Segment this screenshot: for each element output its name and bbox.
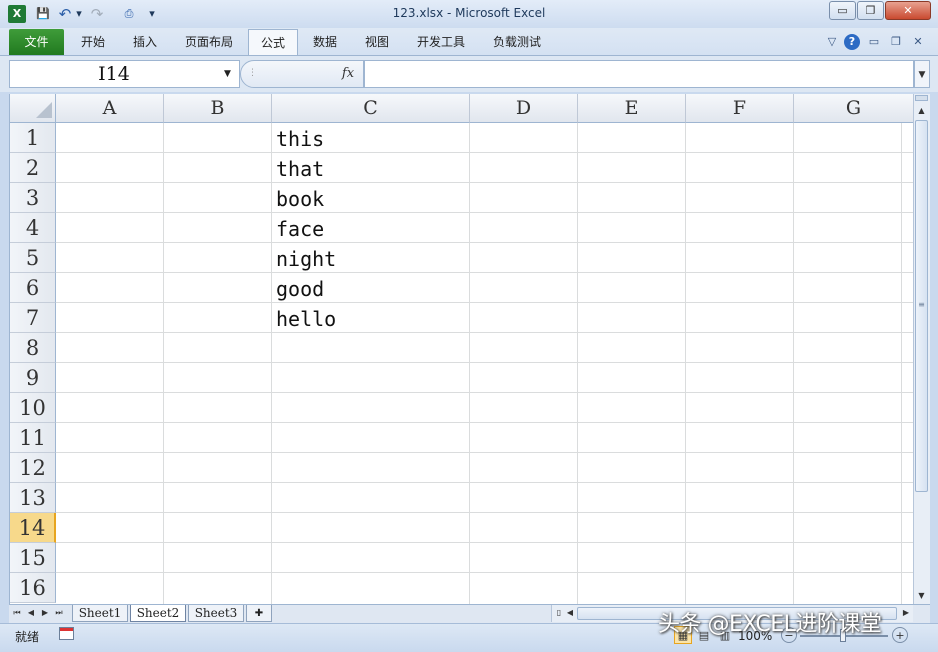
- grid-line: [56, 422, 913, 423]
- status-ready: 就绪: [15, 630, 40, 644]
- grid-line: [56, 152, 913, 153]
- minimize-ribbon-icon[interactable]: ▽: [824, 34, 840, 50]
- row-header-4[interactable]: 4: [10, 213, 56, 243]
- sheet-tab-sheet3[interactable]: Sheet3: [188, 605, 244, 622]
- grid-line: [901, 123, 902, 604]
- column-header-b[interactable]: B: [164, 94, 272, 123]
- grid-line: [56, 512, 913, 513]
- tab-home[interactable]: 开始: [70, 29, 116, 55]
- close-button[interactable]: ✕: [885, 1, 931, 20]
- prev-sheet-icon[interactable]: ◀: [25, 606, 37, 620]
- worksheet-grid[interactable]: A B C D E F G 1 2 3 4 5 6 7 8 9 10 11 12…: [9, 94, 913, 604]
- row-header-6[interactable]: 6: [10, 273, 56, 303]
- scroll-up-icon[interactable]: ▲: [914, 103, 929, 118]
- resize-grip-icon[interactable]: ⋮: [248, 68, 257, 80]
- row-header-3[interactable]: 3: [10, 183, 56, 213]
- grid-line: [469, 123, 470, 604]
- tab-developer[interactable]: 开发工具: [406, 29, 476, 55]
- row-header-5[interactable]: 5: [10, 243, 56, 273]
- tab-view[interactable]: 视图: [354, 29, 400, 55]
- cell-c6[interactable]: good: [272, 273, 324, 303]
- insert-sheet-icon[interactable]: ✚: [246, 605, 272, 622]
- grid-line: [56, 452, 913, 453]
- row-header-10[interactable]: 10: [10, 393, 56, 423]
- column-header-c[interactable]: C: [272, 94, 470, 123]
- select-all-triangle-icon: [36, 102, 52, 118]
- column-header-a[interactable]: A: [56, 94, 164, 123]
- zoom-in-icon[interactable]: +: [892, 627, 908, 643]
- grid-line: [56, 212, 913, 213]
- grid-line: [56, 272, 913, 273]
- tab-page-layout[interactable]: 页面布局: [174, 29, 244, 55]
- scroll-right-icon[interactable]: ▶: [900, 606, 912, 620]
- grid-line: [793, 123, 794, 604]
- row-header-12[interactable]: 12: [10, 453, 56, 483]
- name-box-value: I14: [98, 63, 130, 85]
- tab-insert[interactable]: 插入: [122, 29, 168, 55]
- grid-line: [56, 332, 913, 333]
- grid-line: [56, 542, 913, 543]
- row-header-11[interactable]: 11: [10, 423, 56, 453]
- restore-button[interactable]: ❐: [857, 1, 884, 20]
- column-header-d[interactable]: D: [470, 94, 578, 123]
- row-header-1[interactable]: 1: [10, 123, 56, 153]
- row-header-15[interactable]: 15: [10, 543, 56, 573]
- minimize-button[interactable]: ▭: [829, 1, 856, 20]
- watermark: 头条 @EXCEL进阶课堂: [658, 612, 882, 637]
- scroll-left-icon[interactable]: ◀: [564, 606, 576, 620]
- scroll-grip-icon: ≡: [918, 300, 925, 309]
- sheet-tab-sheet2[interactable]: Sheet2: [130, 605, 186, 622]
- workbook-minimize-icon[interactable]: ▭: [866, 34, 882, 50]
- workbook-restore-icon[interactable]: ❐: [888, 34, 904, 50]
- window-title: 123.xlsx - Microsoft Excel: [392, 6, 546, 20]
- last-sheet-icon[interactable]: ⏭: [53, 606, 65, 620]
- grid-line: [577, 123, 578, 604]
- row-header-9[interactable]: 9: [10, 363, 56, 393]
- row-header-14[interactable]: 14: [10, 513, 56, 543]
- grid-line: [56, 482, 913, 483]
- tab-file[interactable]: 文件: [9, 29, 64, 55]
- help-icon[interactable]: ?: [844, 34, 860, 50]
- grid-line: [56, 182, 913, 183]
- grid-line: [56, 302, 913, 303]
- tab-data[interactable]: 数据: [302, 29, 348, 55]
- row-header-2[interactable]: 2: [10, 153, 56, 183]
- name-box-dropdown-icon[interactable]: ▼: [224, 60, 238, 88]
- cell-c2[interactable]: that: [272, 153, 324, 183]
- row-header-7[interactable]: 7: [10, 303, 56, 333]
- grid-line: [56, 572, 913, 573]
- expand-formula-bar-icon[interactable]: ▼: [914, 60, 930, 88]
- formula-input[interactable]: [364, 60, 914, 88]
- tab-load-test[interactable]: 负载测试: [482, 29, 552, 55]
- grid-line: [163, 123, 164, 604]
- row-header-13[interactable]: 13: [10, 483, 56, 513]
- cell-c4[interactable]: face: [272, 213, 324, 243]
- split-box[interactable]: [915, 95, 928, 101]
- scroll-down-icon[interactable]: ▼: [914, 588, 929, 603]
- grid-line: [685, 123, 686, 604]
- column-header-g[interactable]: G: [794, 94, 913, 123]
- row-header-16[interactable]: 16: [10, 573, 56, 603]
- insert-function-icon[interactable]: fx: [338, 62, 358, 86]
- grid-line: [56, 242, 913, 243]
- workbook-close-icon[interactable]: ✕: [910, 34, 926, 50]
- next-sheet-icon[interactable]: ▶: [39, 606, 51, 620]
- first-sheet-icon[interactable]: ⏮: [11, 606, 23, 620]
- macro-record-icon-bar: [60, 628, 73, 631]
- cell-c3[interactable]: book: [272, 183, 324, 213]
- cell-c5[interactable]: night: [272, 243, 336, 273]
- tab-formulas[interactable]: 公式: [248, 29, 298, 55]
- cell-c1[interactable]: this: [272, 123, 324, 153]
- grid-line: [56, 392, 913, 393]
- sheet-tab-sheet1[interactable]: Sheet1: [72, 605, 128, 622]
- grid-line: [56, 362, 913, 363]
- cell-c7[interactable]: hello: [272, 303, 336, 333]
- row-header-8[interactable]: 8: [10, 333, 56, 363]
- column-header-f[interactable]: F: [686, 94, 794, 123]
- column-header-e[interactable]: E: [578, 94, 686, 123]
